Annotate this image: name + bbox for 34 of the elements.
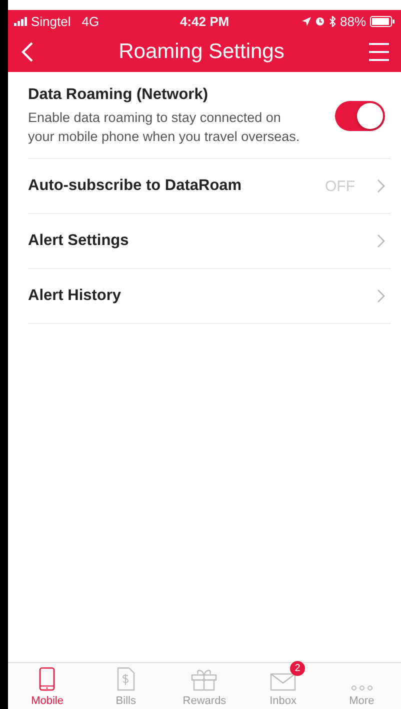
chevron-icon	[377, 289, 385, 303]
setting-label: Alert History	[28, 287, 122, 305]
mail-icon	[270, 673, 296, 691]
menu-icon[interactable]	[369, 43, 389, 61]
status-time: 4:42 PM	[180, 14, 230, 28]
setting-row[interactable]: Alert Settings	[28, 214, 391, 269]
tab[interactable]: Mobile	[8, 663, 87, 709]
carrier-name: Singtel	[31, 14, 71, 28]
battery-icon	[370, 16, 396, 26]
screen-title: Roaming Settings	[118, 40, 286, 64]
setting-description: Enable data roaming to stay connected on your mobile phone when you travel overseas.	[28, 109, 301, 146]
setting-label: Auto-subscribe to DataRoam	[28, 177, 243, 195]
phone-icon	[39, 667, 56, 691]
tab[interactable]: More	[322, 663, 401, 709]
gift-icon	[191, 667, 218, 691]
setting-label: Data Roaming (Network)	[28, 86, 209, 104]
more-icon	[350, 685, 373, 691]
battery-percent: 88%	[340, 14, 366, 28]
signal-icon	[14, 16, 28, 26]
tab[interactable]: Bills	[86, 663, 166, 709]
bluetooth-icon	[328, 16, 336, 26]
unread-badge: 2	[290, 661, 306, 676]
network-type: 4G	[82, 14, 100, 28]
setting-row[interactable]: Alert History	[28, 269, 391, 324]
setting-label: Alert Settings	[28, 232, 130, 250]
chevron-icon	[377, 234, 385, 248]
bill-icon	[116, 667, 135, 691]
chevron-icon	[377, 179, 385, 193]
back-icon[interactable]	[20, 41, 34, 63]
alarm-clock-icon	[314, 16, 325, 26]
tab[interactable]: 2 Inbox	[244, 663, 322, 709]
tab[interactable]: Rewards	[165, 663, 244, 709]
location-arrow-icon	[302, 16, 311, 26]
toggle-switch[interactable]	[335, 101, 385, 131]
